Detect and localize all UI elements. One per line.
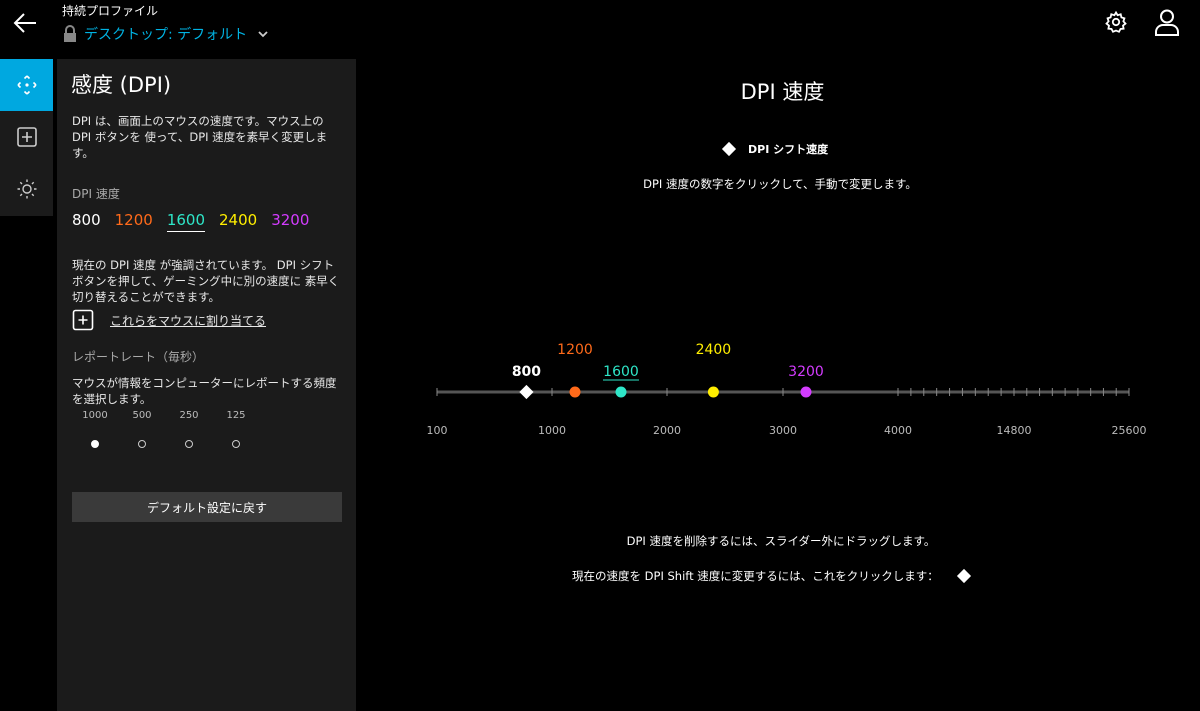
profile-name: デスクトップ: デフォルト	[84, 27, 248, 43]
axis-label-14800: 14800	[997, 424, 1032, 437]
delete-hint: DPI 速度を削除するには、スライダー外にドラッグします。	[626, 534, 936, 548]
dpi-value-800[interactable]: 800	[72, 211, 101, 232]
dpi-shift-diamond-icon	[721, 141, 737, 157]
report-rate-description: マウスが情報をコンピューターにレポートする頻度を選択します。	[72, 376, 337, 406]
report-rate-radio-500[interactable]	[138, 440, 146, 448]
assign-to-mouse-link[interactable]: これらをマウスに割り当てる	[72, 309, 266, 331]
dpi-marker-label-1200[interactable]: 1200	[557, 342, 593, 358]
axis-label-100: 100	[427, 424, 448, 437]
user-icon[interactable]	[1154, 8, 1180, 36]
dpi-marker-3200[interactable]	[800, 386, 812, 398]
add-box-icon	[16, 127, 37, 147]
profile-label: 持続プロファイル	[62, 4, 159, 18]
dpi-value-1200[interactable]: 1200	[115, 211, 153, 232]
dpi-slider[interactable]: 100 1000 2000 3000 4000 14800 25600 800 1200 1600…	[425, 330, 1165, 450]
axis-label-3000: 3000	[769, 424, 797, 437]
dpi-instruction: DPI 速度の数字をクリックして、手動で変更します。	[643, 177, 917, 191]
axis-label-2000: 2000	[653, 424, 681, 437]
sensitivity-panel: 感度 (DPI) DPI は、画面上のマウスの速度です。マウス上の DPI ボタ…	[57, 59, 356, 711]
axis-label-4000: 4000	[884, 424, 912, 437]
profile-selector[interactable]: デスクトップ: デフォルト	[62, 24, 269, 44]
report-rate-radio-125[interactable]	[232, 440, 240, 448]
dpi-marker-1600[interactable]	[615, 386, 627, 398]
shift-hint-text: 現在の速度を DPI Shift 速度に変更するには、これをクリックします：	[572, 569, 939, 583]
dpi-shift-legend-text: DPI シフト速度	[748, 143, 829, 156]
report-rate-label: レポートレート（毎秒）	[72, 350, 205, 364]
dpi-value-2400[interactable]: 2400	[219, 211, 257, 232]
rail-assignments-button[interactable]	[0, 111, 53, 163]
dpi-marker-label-1600[interactable]: 1600	[603, 364, 639, 380]
back-arrow-icon[interactable]	[12, 10, 38, 36]
lock-icon	[64, 25, 76, 42]
report-rate-radio-1000[interactable]	[91, 440, 99, 448]
current-dpi-note: 現在の DPI 速度 が強調されています。 DPI シフト ボタンを押して、ゲー…	[72, 258, 340, 304]
panel-description: DPI は、画面上のマウスの速度です。マウス上の DPI ボタンを 使って、DP…	[72, 114, 328, 160]
report-rate-options: 1000 500 250 125	[75, 410, 255, 424]
assign-to-mouse-text: これらをマウスに割り当てる	[110, 313, 267, 328]
set-dpi-shift-diamond-icon[interactable]	[956, 568, 971, 584]
gear-icon[interactable]	[1104, 10, 1128, 34]
dpi-marker-label-800[interactable]: 800	[512, 364, 541, 380]
report-rate-label-125: 125	[226, 410, 246, 421]
report-rate-radio-250[interactable]	[185, 440, 193, 448]
dpi-value-3200[interactable]: 3200	[271, 211, 309, 232]
dpi-marker-label-2400[interactable]: 2400	[696, 342, 732, 358]
dpi-marker-800[interactable]	[519, 384, 534, 400]
add-box-icon	[72, 309, 94, 331]
main-title: DPI 速度	[740, 80, 825, 104]
dpi-shift-legend: DPI シフト速度	[721, 141, 829, 157]
report-rate-label-500: 500	[132, 410, 152, 421]
axis-label-1000: 1000	[538, 424, 566, 437]
dpi-marker-label-3200[interactable]: 3200	[788, 364, 824, 380]
report-rate-label-250: 250	[179, 410, 199, 421]
reset-defaults-button[interactable]: デフォルト設定に戻す	[72, 492, 342, 522]
report-rate-label-1000: 1000	[82, 410, 108, 421]
dpi-value-list: 800 1200 1600 2400 3200	[72, 211, 309, 232]
dpi-value-1600[interactable]: 1600	[166, 211, 206, 232]
chevron-down-icon	[258, 31, 268, 38]
dpi-marker-2400[interactable]	[707, 386, 719, 398]
dpi-marker-1200[interactable]	[569, 386, 581, 398]
axis-label-25600: 25600	[1112, 424, 1147, 437]
shift-hint: 現在の速度を DPI Shift 速度に変更するには、これをクリックします：	[572, 568, 971, 584]
